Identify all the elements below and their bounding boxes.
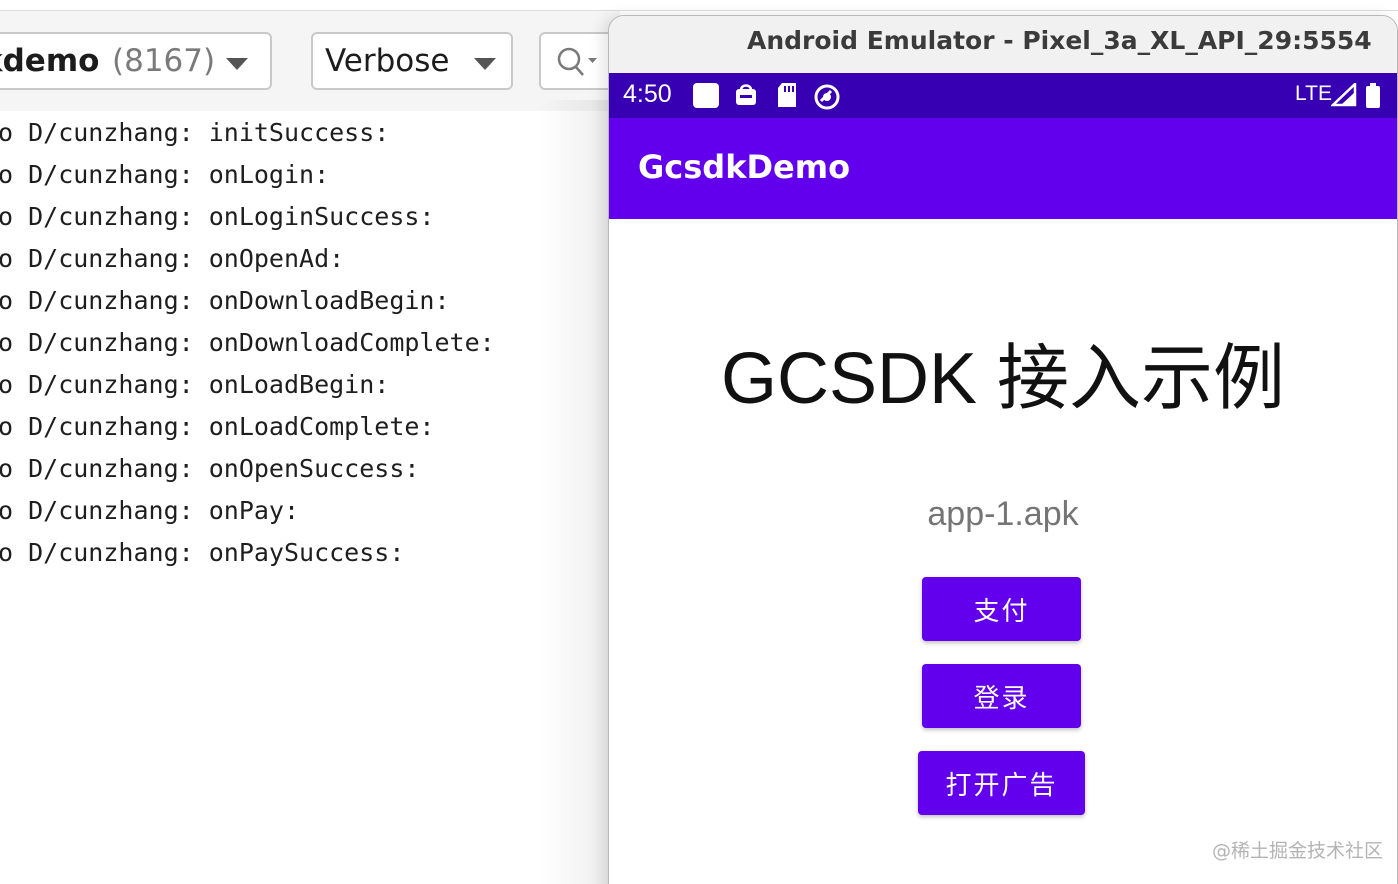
log-line: o D/cunzhang: onPay: [0, 496, 300, 525]
log-line: o D/cunzhang: onLoadComplete: [0, 412, 435, 441]
apk-label: app-1.apk [927, 495, 1079, 533]
log-line: o D/cunzhang: onDownloadBegin: [0, 286, 450, 315]
window-shadow [540, 100, 610, 884]
login-button[interactable]: 登录 [922, 664, 1081, 728]
pay-button[interactable]: 支付 [922, 577, 1081, 641]
log-line: o D/cunzhang: onDownloadComplete: [0, 328, 495, 357]
battery-icon [1366, 83, 1380, 108]
signal-icon [1331, 83, 1357, 107]
app-content: GCSDK 接入示例 app-1.apk 支付 登录 打开广告 [609, 219, 1397, 884]
watermark: @稀土掘金技术社区 [1212, 840, 1384, 862]
search-icon [557, 47, 597, 76]
status-time: 4:50 [623, 80, 672, 108]
chevron-down-icon [226, 58, 248, 70]
headline: GCSDK 接入示例 [720, 339, 1286, 419]
emulator-window[interactable]: Android Emulator - Pixel_3a_XL_API_29:55… [608, 15, 1398, 884]
screen: kdemo (8167) Verbose o D/cunzhang: initS… [0, 0, 1398, 884]
log-level-label: Verbose [325, 43, 450, 79]
square-notification-icon [693, 83, 719, 108]
window-title: Android Emulator - Pixel_3a_XL_API_29:55… [747, 26, 1372, 55]
log-line: o D/cunzhang: onPaySuccess: [0, 538, 405, 567]
sd-card-icon [778, 83, 796, 107]
window-titlebar[interactable]: Android Emulator - Pixel_3a_XL_API_29:55… [609, 16, 1397, 73]
app-title: GcsdkDemo [638, 148, 851, 186]
android-status-bar: 4:50 LTE [609, 73, 1397, 118]
log-line: o D/cunzhang: onOpenSuccess: [0, 454, 420, 483]
process-name: kdemo [0, 43, 100, 79]
network-type: LTE [1295, 82, 1332, 105]
chevron-down-icon [474, 58, 496, 70]
open-ad-button[interactable]: 打开广告 [918, 751, 1085, 815]
log-line: o D/cunzhang: onOpenAd: [0, 244, 345, 273]
store-icon [736, 84, 756, 105]
log-line: o D/cunzhang: onLoginSuccess: [0, 202, 435, 231]
process-pid: (8167) [112, 43, 216, 79]
log-line: o D/cunzhang: onLoadBegin: [0, 370, 390, 399]
log-line: o D/cunzhang: onLogin: [0, 160, 330, 189]
sync-icon [814, 84, 840, 110]
log-line: o D/cunzhang: initSuccess: [0, 118, 390, 147]
log-level-dropdown[interactable]: Verbose [311, 32, 513, 90]
process-dropdown[interactable]: kdemo (8167) [0, 32, 272, 90]
app-bar: GcsdkDemo [609, 118, 1397, 219]
